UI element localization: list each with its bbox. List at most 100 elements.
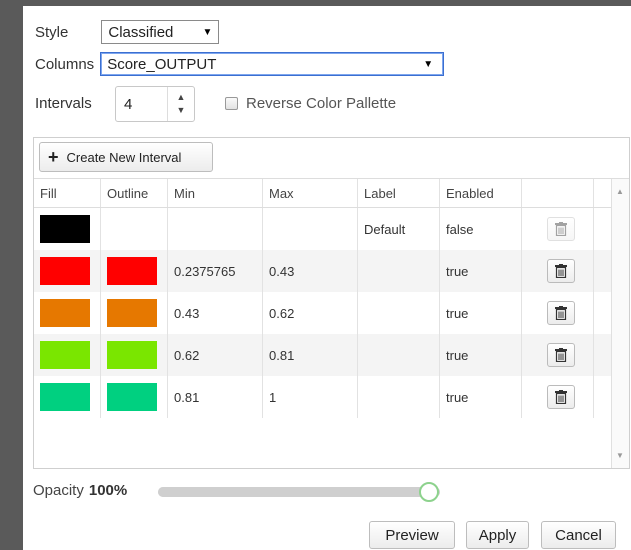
- trash-icon: [554, 390, 567, 404]
- column-header-min[interactable]: Min: [168, 179, 263, 207]
- column-header-actions: [522, 179, 594, 207]
- outline-color-swatch[interactable]: [107, 257, 157, 285]
- outline-cell[interactable]: [101, 208, 168, 250]
- trash-icon: [554, 306, 567, 320]
- column-header-fill[interactable]: Fill: [34, 179, 101, 207]
- intervals-panel: + Create New Interval Fill Outline Min M…: [33, 137, 630, 469]
- enabled-cell[interactable]: false: [440, 208, 522, 250]
- delete-interval-button[interactable]: [546, 301, 575, 325]
- cancel-button[interactable]: Cancel: [541, 521, 616, 549]
- create-new-interval-button[interactable]: + Create New Interval: [39, 142, 213, 172]
- outline-color-swatch[interactable]: [107, 341, 157, 369]
- reverse-color-checkbox[interactable]: [225, 97, 238, 110]
- fill-color-swatch[interactable]: [40, 257, 90, 285]
- fill-cell[interactable]: [34, 208, 101, 250]
- opacity-slider-track[interactable]: [158, 487, 440, 497]
- fill-color-swatch[interactable]: [40, 215, 90, 243]
- trash-icon: [554, 348, 567, 362]
- max-cell[interactable]: 0.62: [263, 292, 358, 334]
- intervals-stepper[interactable]: 4 ▲ ▼: [115, 86, 195, 122]
- intervals-label: Intervals: [35, 95, 92, 112]
- opacity-slider-fill: [158, 487, 440, 497]
- create-new-interval-label: Create New Interval: [66, 149, 182, 165]
- intervals-table: Fill Outline Min Max Label Enabled Defau…: [34, 179, 629, 418]
- actions-cell: [522, 334, 594, 376]
- table-row[interactable]: 0.81 1 true: [34, 376, 629, 418]
- table-row[interactable]: 0.2375765 0.43 true: [34, 250, 629, 292]
- scroll-up-icon[interactable]: ▲: [616, 187, 624, 196]
- arrow-up-icon[interactable]: ▲: [177, 91, 186, 104]
- arrow-down-icon[interactable]: ▼: [177, 104, 186, 117]
- outline-color-swatch[interactable]: [107, 383, 157, 411]
- delete-interval-button[interactable]: [546, 343, 575, 367]
- label-cell[interactable]: [358, 292, 440, 334]
- style-row: Style Classified ▼: [35, 20, 220, 44]
- delete-interval-button[interactable]: [546, 259, 575, 283]
- scroll-down-icon[interactable]: ▼: [616, 451, 624, 460]
- outline-cell[interactable]: [101, 292, 168, 334]
- outline-color-swatch[interactable]: [107, 299, 157, 327]
- table-row[interactable]: 0.43 0.62 true: [34, 292, 629, 334]
- opacity-row: Opacity 100%: [33, 482, 127, 499]
- chevron-down-icon: ▼: [423, 58, 434, 70]
- reverse-color-row[interactable]: Reverse Color Pallette: [225, 95, 396, 112]
- enabled-cell[interactable]: true: [440, 376, 522, 418]
- preview-button[interactable]: Preview: [369, 521, 455, 549]
- fill-cell[interactable]: [34, 292, 101, 334]
- fill-color-swatch[interactable]: [40, 341, 90, 369]
- max-cell[interactable]: [263, 208, 358, 250]
- fill-color-swatch[interactable]: [40, 299, 90, 327]
- table-header: Fill Outline Min Max Label Enabled: [34, 179, 629, 208]
- column-header-max[interactable]: Max: [263, 179, 358, 207]
- opacity-value: 100%: [88, 482, 128, 499]
- intervals-value: 4: [124, 95, 133, 113]
- column-header-enabled[interactable]: Enabled: [440, 179, 522, 207]
- stepper-arrows[interactable]: ▲ ▼: [167, 87, 194, 121]
- min-cell[interactable]: 0.81: [168, 376, 263, 418]
- delete-interval-button[interactable]: [546, 385, 575, 409]
- fill-cell[interactable]: [34, 376, 101, 418]
- column-header-outline[interactable]: Outline: [101, 179, 168, 207]
- columns-select[interactable]: Score_OUTPUT ▼: [100, 52, 445, 76]
- label-cell[interactable]: Default: [358, 208, 440, 250]
- label-cell[interactable]: [358, 376, 440, 418]
- outline-cell[interactable]: [101, 376, 168, 418]
- outline-cell[interactable]: [101, 250, 168, 292]
- max-cell[interactable]: 1: [263, 376, 358, 418]
- label-cell[interactable]: [358, 334, 440, 376]
- vertical-scrollbar[interactable]: ▲ ▼: [611, 179, 629, 468]
- enabled-cell[interactable]: true: [440, 292, 522, 334]
- columns-select-value: Score_OUTPUT: [107, 55, 217, 73]
- fill-cell[interactable]: [34, 334, 101, 376]
- enabled-cell[interactable]: true: [440, 250, 522, 292]
- table-row[interactable]: Default false: [34, 208, 629, 250]
- table-row[interactable]: 0.62 0.81 true: [34, 334, 629, 376]
- style-select[interactable]: Classified ▼: [101, 20, 220, 44]
- chevron-down-icon: ▼: [202, 26, 213, 38]
- style-select-value: Classified: [108, 23, 174, 41]
- min-cell[interactable]: 0.62: [168, 334, 263, 376]
- columns-row: Columns Score_OUTPUT ▼: [35, 52, 445, 76]
- fill-color-swatch[interactable]: [40, 383, 90, 411]
- min-cell[interactable]: [168, 208, 263, 250]
- enabled-cell[interactable]: true: [440, 334, 522, 376]
- trash-icon: [554, 264, 567, 278]
- reverse-color-label: Reverse Color Pallette: [246, 95, 397, 112]
- intervals-toolbar: + Create New Interval: [34, 138, 629, 179]
- column-header-label[interactable]: Label: [358, 179, 440, 207]
- max-cell[interactable]: 0.81: [263, 334, 358, 376]
- plus-icon: +: [48, 146, 59, 167]
- min-cell[interactable]: 0.2375765: [168, 250, 263, 292]
- actions-cell: [522, 292, 594, 334]
- opacity-slider-handle[interactable]: [419, 482, 439, 502]
- delete-interval-button: [546, 217, 575, 241]
- max-cell[interactable]: 0.43: [263, 250, 358, 292]
- apply-button[interactable]: Apply: [466, 521, 529, 549]
- min-cell[interactable]: 0.43: [168, 292, 263, 334]
- outline-cell[interactable]: [101, 334, 168, 376]
- columns-label: Columns: [35, 55, 95, 73]
- actions-cell: [522, 208, 594, 250]
- symbology-dialog: Style Classified ▼ Columns Score_OUTPUT …: [23, 6, 631, 550]
- fill-cell[interactable]: [34, 250, 101, 292]
- label-cell[interactable]: [358, 250, 440, 292]
